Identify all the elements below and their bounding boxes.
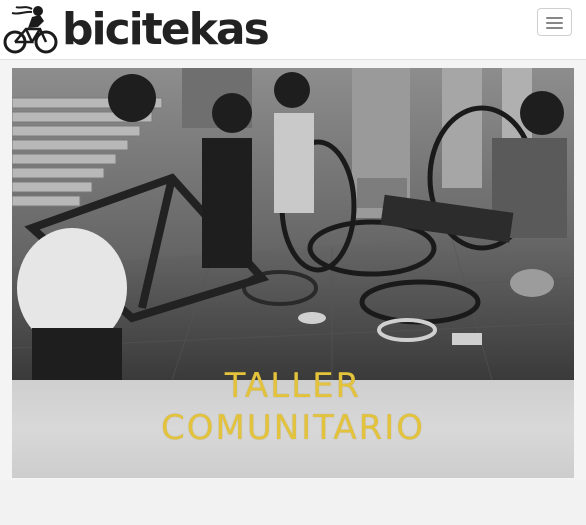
- cyclist-logo-icon: [2, 3, 60, 55]
- hero-caption-line1: TALLER: [224, 366, 362, 406]
- navbar-toggle-button[interactable]: [537, 8, 572, 36]
- hero-photo: [12, 68, 574, 380]
- brand-wordmark: bicitekas: [62, 4, 270, 55]
- hero-caption-line2: COMUNITARIO: [161, 408, 425, 448]
- hero-banner[interactable]: TALLER COMUNITARIO: [12, 68, 574, 478]
- top-navbar: bicitekas: [0, 0, 586, 60]
- page-footer-area: [0, 480, 586, 525]
